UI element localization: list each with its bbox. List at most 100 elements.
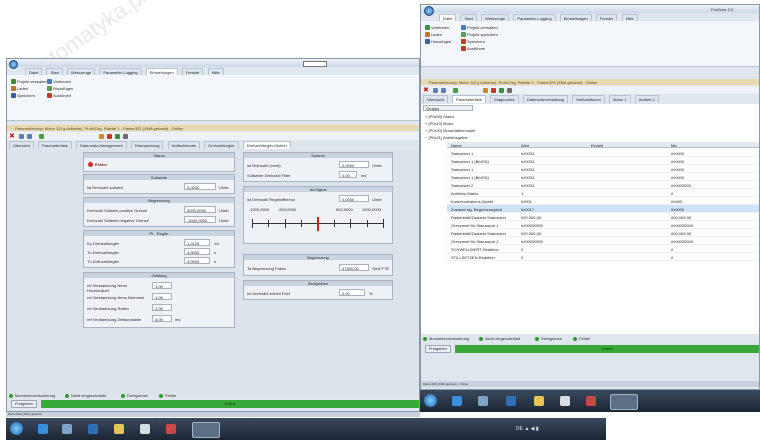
- tree-group[interactable]: + [P0x00] Status: [425, 114, 454, 119]
- tab-dataset[interactable]: Datensatz-Management: [75, 141, 127, 149]
- ie-icon[interactable]: [452, 396, 462, 406]
- print-icon[interactable]: [507, 88, 512, 93]
- tab-parameterlist[interactable]: Parameterliste: [452, 95, 486, 103]
- deviation-field[interactable]: 0,0000: [339, 195, 369, 202]
- active-window-icon[interactable]: [192, 422, 220, 438]
- ribbon-item[interactable]: Laden: [17, 86, 28, 91]
- project-icon[interactable]: [461, 25, 466, 30]
- run-icon[interactable]: [461, 46, 466, 51]
- media-icon[interactable]: [560, 396, 570, 406]
- save-icon[interactable]: [461, 39, 466, 44]
- undo-icon[interactable]: [433, 88, 438, 93]
- tab-emergency[interactable]: Notfunktionen: [572, 95, 605, 103]
- filter-field[interactable]: 0,00: [339, 171, 357, 178]
- table-row[interactable]: Rasterblatt/Zustand Statuswort 000.000.00…: [447, 213, 759, 221]
- tn-field[interactable]: 4,0000: [184, 248, 210, 255]
- tab-dataset[interactable]: Datensatzverwaltung: [522, 95, 569, 103]
- ribbon-item[interactable]: Verbinden: [431, 25, 449, 30]
- undo-icon[interactable]: [19, 134, 24, 139]
- table-row[interactable]: Grenzwert für Statuswort 1 0x00000000 0x00…: [447, 221, 759, 229]
- column-header[interactable]: Einheit: [591, 143, 603, 148]
- docs-icon[interactable]: [506, 396, 516, 406]
- add-icon[interactable]: [425, 39, 430, 44]
- tree-group[interactable]: − [P0x21] Antriebsgeber: [425, 135, 468, 140]
- redo-icon[interactable]: [27, 134, 32, 139]
- prodrive-icon[interactable]: [166, 424, 176, 434]
- app-orb-icon[interactable]: [424, 6, 434, 16]
- tree-group[interactable]: + [P0x10] Motor: [425, 121, 453, 126]
- ribbon-item[interactable]: Hinzufügen: [431, 39, 451, 44]
- ribbon-item[interactable]: Laden: [431, 32, 442, 37]
- enable-button[interactable]: Freigeben: [425, 345, 451, 353]
- ribbon-item[interactable]: Projekt verwalten: [17, 79, 48, 84]
- load-icon[interactable]: [425, 32, 430, 37]
- app-icon[interactable]: [478, 396, 488, 406]
- table-row[interactable]: Zustand sig. Begrenzungsbit 0x0017 0x0000: [447, 205, 759, 213]
- import-icon[interactable]: [499, 88, 504, 93]
- actual-speed-field[interactable]: 0,0000: [339, 161, 369, 168]
- limit-pos-field[interactable]: 3000,0000: [184, 206, 216, 213]
- table-row[interactable]: Statuswort 2 0x0000 0x0000000: [447, 181, 759, 189]
- left-search-box[interactable]: [303, 61, 327, 67]
- tab-speed-controller[interactable]: Drehzahlregler: [204, 141, 239, 149]
- ie-icon[interactable]: [38, 424, 48, 434]
- column-header[interactable]: Wert: [521, 143, 529, 148]
- table-row[interactable]: Statuswort 1 (BMOD) 0x0000 0x0000: [447, 173, 759, 181]
- app-orb-icon[interactable]: [9, 60, 18, 69]
- tab-diagnostics[interactable]: Diagnostics: [489, 95, 519, 103]
- tab-motor1[interactable]: Motor 1: [609, 95, 631, 103]
- tn2-field[interactable]: 4,0000: [184, 257, 210, 264]
- table-row[interactable]: Rasterblatt/Zustand Statuswort 000.000.00…: [447, 229, 759, 237]
- ribbon-item[interactable]: Speichern: [467, 39, 485, 44]
- table-row[interactable]: Grenzwert für Statuswort 2 0x00000000 0x00…: [447, 237, 759, 245]
- tab-speed-controller-diction[interactable]: Drehzahlregler-Diktion: [242, 141, 291, 149]
- upload-icon[interactable]: [39, 134, 44, 139]
- kp-field[interactable]: 1,0120: [184, 239, 210, 246]
- print-icon[interactable]: [123, 134, 128, 139]
- table-row[interactable]: Statuswort 1 (BMOD) 0x0000 0x0000: [447, 157, 759, 165]
- smooth-field-4[interactable]: 4,00: [152, 315, 172, 322]
- smooth-field-2[interactable]: 1,00: [152, 293, 172, 300]
- limit-factor-field[interactable]: 47500,00: [339, 264, 369, 271]
- tab-monitoring[interactable]: Überwachung: [130, 141, 164, 149]
- media-icon[interactable]: [140, 424, 150, 434]
- smooth-field-3[interactable]: 1,00: [152, 304, 172, 311]
- project-save-icon[interactable]: [461, 32, 466, 37]
- tree-group[interactable]: + [P0x20] Motordatenmodell: [425, 128, 475, 133]
- ribbon-item[interactable]: Projekt verwalten: [467, 25, 498, 30]
- docs-icon[interactable]: [88, 424, 98, 434]
- start-orb-icon[interactable]: [424, 394, 437, 407]
- tab-drive2[interactable]: Antrieb 2: [634, 95, 659, 103]
- compare-icon[interactable]: [99, 134, 104, 139]
- ribbon-item[interactable]: Speichern: [17, 93, 35, 98]
- table-row[interactable]: STILLSETZEN-Reaktion 0 0: [447, 253, 759, 261]
- column-header[interactable]: Name: [451, 143, 462, 148]
- connect-icon[interactable]: [11, 79, 16, 84]
- start-orb-icon[interactable]: [10, 422, 23, 435]
- run-icon[interactable]: [47, 93, 52, 98]
- connect-icon[interactable]: [425, 25, 430, 30]
- field-boost-field[interactable]: 0,00: [339, 289, 365, 296]
- prodrive-icon[interactable]: [586, 396, 596, 406]
- add-icon[interactable]: [47, 86, 52, 91]
- folder-icon[interactable]: [534, 396, 544, 406]
- export-icon[interactable]: [491, 88, 496, 93]
- smooth-field-1[interactable]: 1,00: [152, 282, 172, 289]
- active-window-icon[interactable]: [610, 394, 638, 410]
- limit-neg-field[interactable]: -3000,0000: [184, 216, 216, 223]
- close-icon[interactable]: ✖: [423, 86, 429, 94]
- enable-button[interactable]: Freigeben: [11, 400, 37, 408]
- ribbon-item[interactable]: Hinzufügen: [53, 86, 73, 91]
- setpoint-field[interactable]: 0,0000: [184, 183, 216, 190]
- table-row[interactable]: Statuswort 1 0x0000 0x0000: [447, 165, 759, 173]
- column-header[interactable]: Min: [671, 143, 677, 148]
- export-icon[interactable]: [107, 134, 112, 139]
- table-row[interactable]: SCHWELLWERT-Reaktion 0 0: [447, 245, 759, 253]
- redo-icon[interactable]: [441, 88, 446, 93]
- folder-icon[interactable]: [114, 424, 124, 434]
- group-filter-field[interactable]: Gruppe: [423, 105, 473, 111]
- save-icon[interactable]: [11, 93, 16, 98]
- table-row[interactable]: Kommunikations-Quelle 0x001 0x000: [447, 197, 759, 205]
- tab-overview[interactable]: Übersicht: [423, 95, 448, 103]
- ribbon-item[interactable]: Ausführen: [467, 46, 485, 51]
